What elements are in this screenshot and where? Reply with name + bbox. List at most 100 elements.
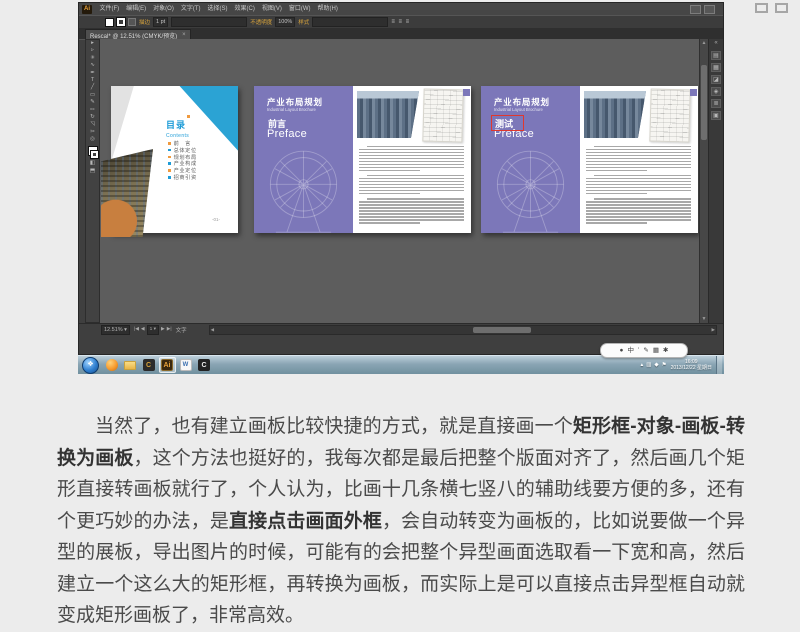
browser-taskbar-button[interactable] [103,357,120,373]
ime-icon[interactable]: ✱ [663,344,668,357]
selection-tool-icon[interactable]: ▸ [86,40,99,47]
artboard-2-preface[interactable]: 产业布局规划 Industrial Layout Brochure 前言 Pre… [254,86,471,233]
scroll-right-icon[interactable]: ▶ [712,326,715,334]
text-line [359,184,464,186]
ime-icon[interactable]: ▦ [653,344,659,357]
illustrator-logo-icon: Ai [82,4,92,14]
ime-icon[interactable]: 中 [627,344,634,357]
menu-item[interactable]: 视图(V) [258,3,285,15]
body-text-lines [586,146,691,227]
paragraph-lines [359,175,464,195]
explorer-taskbar-button[interactable] [122,357,139,373]
c-app-taskbar-button[interactable]: C [196,357,213,373]
tray-icon[interactable]: ⚑ [662,362,667,368]
menu-item[interactable]: 选择(S) [204,3,231,15]
horizontal-scrollbar[interactable]: ◀ ▶ [208,324,717,335]
pencil-tool-icon[interactable]: ✏ [86,107,99,114]
stroke-swatch[interactable] [116,17,126,27]
tray-icon[interactable]: ▴ [640,362,643,368]
swatches-panel-icon[interactable]: ▦ [711,63,721,72]
scroll-left-icon[interactable]: ◀ [211,326,214,334]
brushes-panel-icon[interactable]: ◪ [711,75,721,84]
c-editor-taskbar-button[interactable]: C [140,357,157,373]
opacity-field[interactable]: 100% [275,17,296,27]
rectangle-tool-icon[interactable]: ▭ [86,92,99,99]
color-panel-icon[interactable]: ▤ [711,51,721,60]
canvas[interactable]: 目录 Contents 前 言总体定位 规划布局 产业构成 产业定位 招商引资 -01-… [100,39,699,323]
opacity-link[interactable]: 不透明度 [250,18,272,26]
text-line [586,187,691,189]
fill-stroke-swatches[interactable] [86,145,99,160]
magic-wand-tool-icon[interactable]: ✳ [86,55,99,62]
tray-icon[interactable]: ◆ [654,362,658,368]
notes-taskbar-button[interactable]: W [177,357,194,373]
artboard-number-dropdown[interactable]: 1 ▾ [146,324,160,335]
direct-selection-tool-icon[interactable]: ▹ [86,47,99,54]
vertical-scrollbar[interactable]: ▲ ▼ [699,39,708,323]
taskbar-buttons: C Ai W C [103,357,214,373]
paintbrush-tool-icon[interactable]: ✎ [86,99,99,106]
start-button[interactable]: ❖ [82,356,99,374]
last-artboard-icon[interactable]: ▶| [167,327,172,332]
menu-item[interactable]: 效果(C) [231,3,258,15]
ime-icon[interactable]: ● [620,344,624,357]
align-icons[interactable]: ≡ ≡ ≡ [391,19,410,25]
text-line [359,213,464,215]
page-corner-glyph-2 [775,3,788,13]
scale-tool-icon[interactable]: ◹ [86,121,99,128]
ferris-wheel-art [496,150,565,233]
next-artboard-icon[interactable]: ▶ [161,327,165,332]
artboard-navigation[interactable]: |◀ ◀ 1 ▾ ▶ ▶| [134,324,172,335]
ime-icon[interactable]: ʼ [638,344,639,357]
tools-stroke-swatch[interactable] [90,150,99,160]
menu-item[interactable]: 窗口(W) [285,3,314,15]
style-link[interactable]: 样式 [298,18,309,26]
vertical-scroll-thumb[interactable] [701,65,707,140]
stroke-link[interactable]: 描边 [139,18,150,26]
arrange-documents-icon[interactable] [690,4,701,14]
menu-item[interactable]: 文字(T) [177,3,204,15]
scroll-up-icon[interactable]: ▲ [700,39,708,47]
paragraph-lines [359,198,464,224]
control-bar: 描边 1 pt 不透明度 100% 样式 ≡ ≡ ≡ [79,15,723,28]
tab-close-icon[interactable]: × [182,32,186,38]
menu-item[interactable]: 文件(F) [96,3,123,15]
artboard-3-test[interactable]: 产业布局规划 Industrial Layout Brochure 测试 Pre… [481,86,698,233]
prev-artboard-icon[interactable]: ◀ [141,327,145,332]
draw-mode-icon[interactable]: ◧ [86,160,99,167]
rotate-tool-icon[interactable]: ↻ [86,114,99,121]
menu-item[interactable]: 编辑(E) [123,3,150,15]
artboards-panel-icon[interactable]: ▣ [711,111,721,120]
variable-width-dropdown[interactable] [171,17,248,27]
first-artboard-icon[interactable]: |◀ [134,327,139,332]
scissors-tool-icon[interactable]: ✂ [86,129,99,136]
preface-right-page [580,86,698,233]
lasso-tool-icon[interactable]: ∿ [86,62,99,69]
browser-icon [105,359,118,371]
stroke-weight-field[interactable]: 1 pt [153,17,169,27]
taskbar-clock[interactable]: 16:09 2013/12/22 星期日 [671,359,712,372]
pen-tool-icon[interactable]: ✒ [86,70,99,77]
menu-item[interactable]: 对象(O) [150,3,178,15]
zoom-tool-icon[interactable]: ◎ [86,136,99,143]
system-tray: ▴ ▥ ◆ ⚑ [640,362,666,368]
layers-panel-icon[interactable]: ≣ [711,99,721,108]
menu-item[interactable]: 帮助(H) [314,3,341,15]
line-segment-tool-icon[interactable]: ╱ [86,84,99,91]
show-desktop-button[interactable] [716,356,722,374]
style-dropdown[interactable] [312,17,389,27]
clock-date: 2013/12/22 星期日 [670,365,712,371]
control-checkbox[interactable] [128,18,136,26]
illustrator-taskbar-button[interactable]: Ai [158,357,176,373]
screen-mode-icon[interactable]: ⬒ [86,168,99,175]
horizontal-scroll-thumb[interactable] [472,326,531,333]
fill-swatch[interactable] [105,17,114,27]
symbols-panel-icon[interactable]: ◈ [711,87,721,96]
zoom-level-dropdown[interactable]: 12.51% ▾ [101,324,130,335]
ime-icon[interactable]: ✎ [643,344,648,357]
scroll-down-icon[interactable]: ▼ [700,315,708,323]
expand-panels-icon[interactable]: « [709,39,723,48]
ime-toolbar[interactable]: ● 中 ʼ ✎ ▦ ✱ [600,343,688,358]
tray-icon[interactable]: ▥ [646,362,651,368]
workspace-icon[interactable] [704,4,715,14]
